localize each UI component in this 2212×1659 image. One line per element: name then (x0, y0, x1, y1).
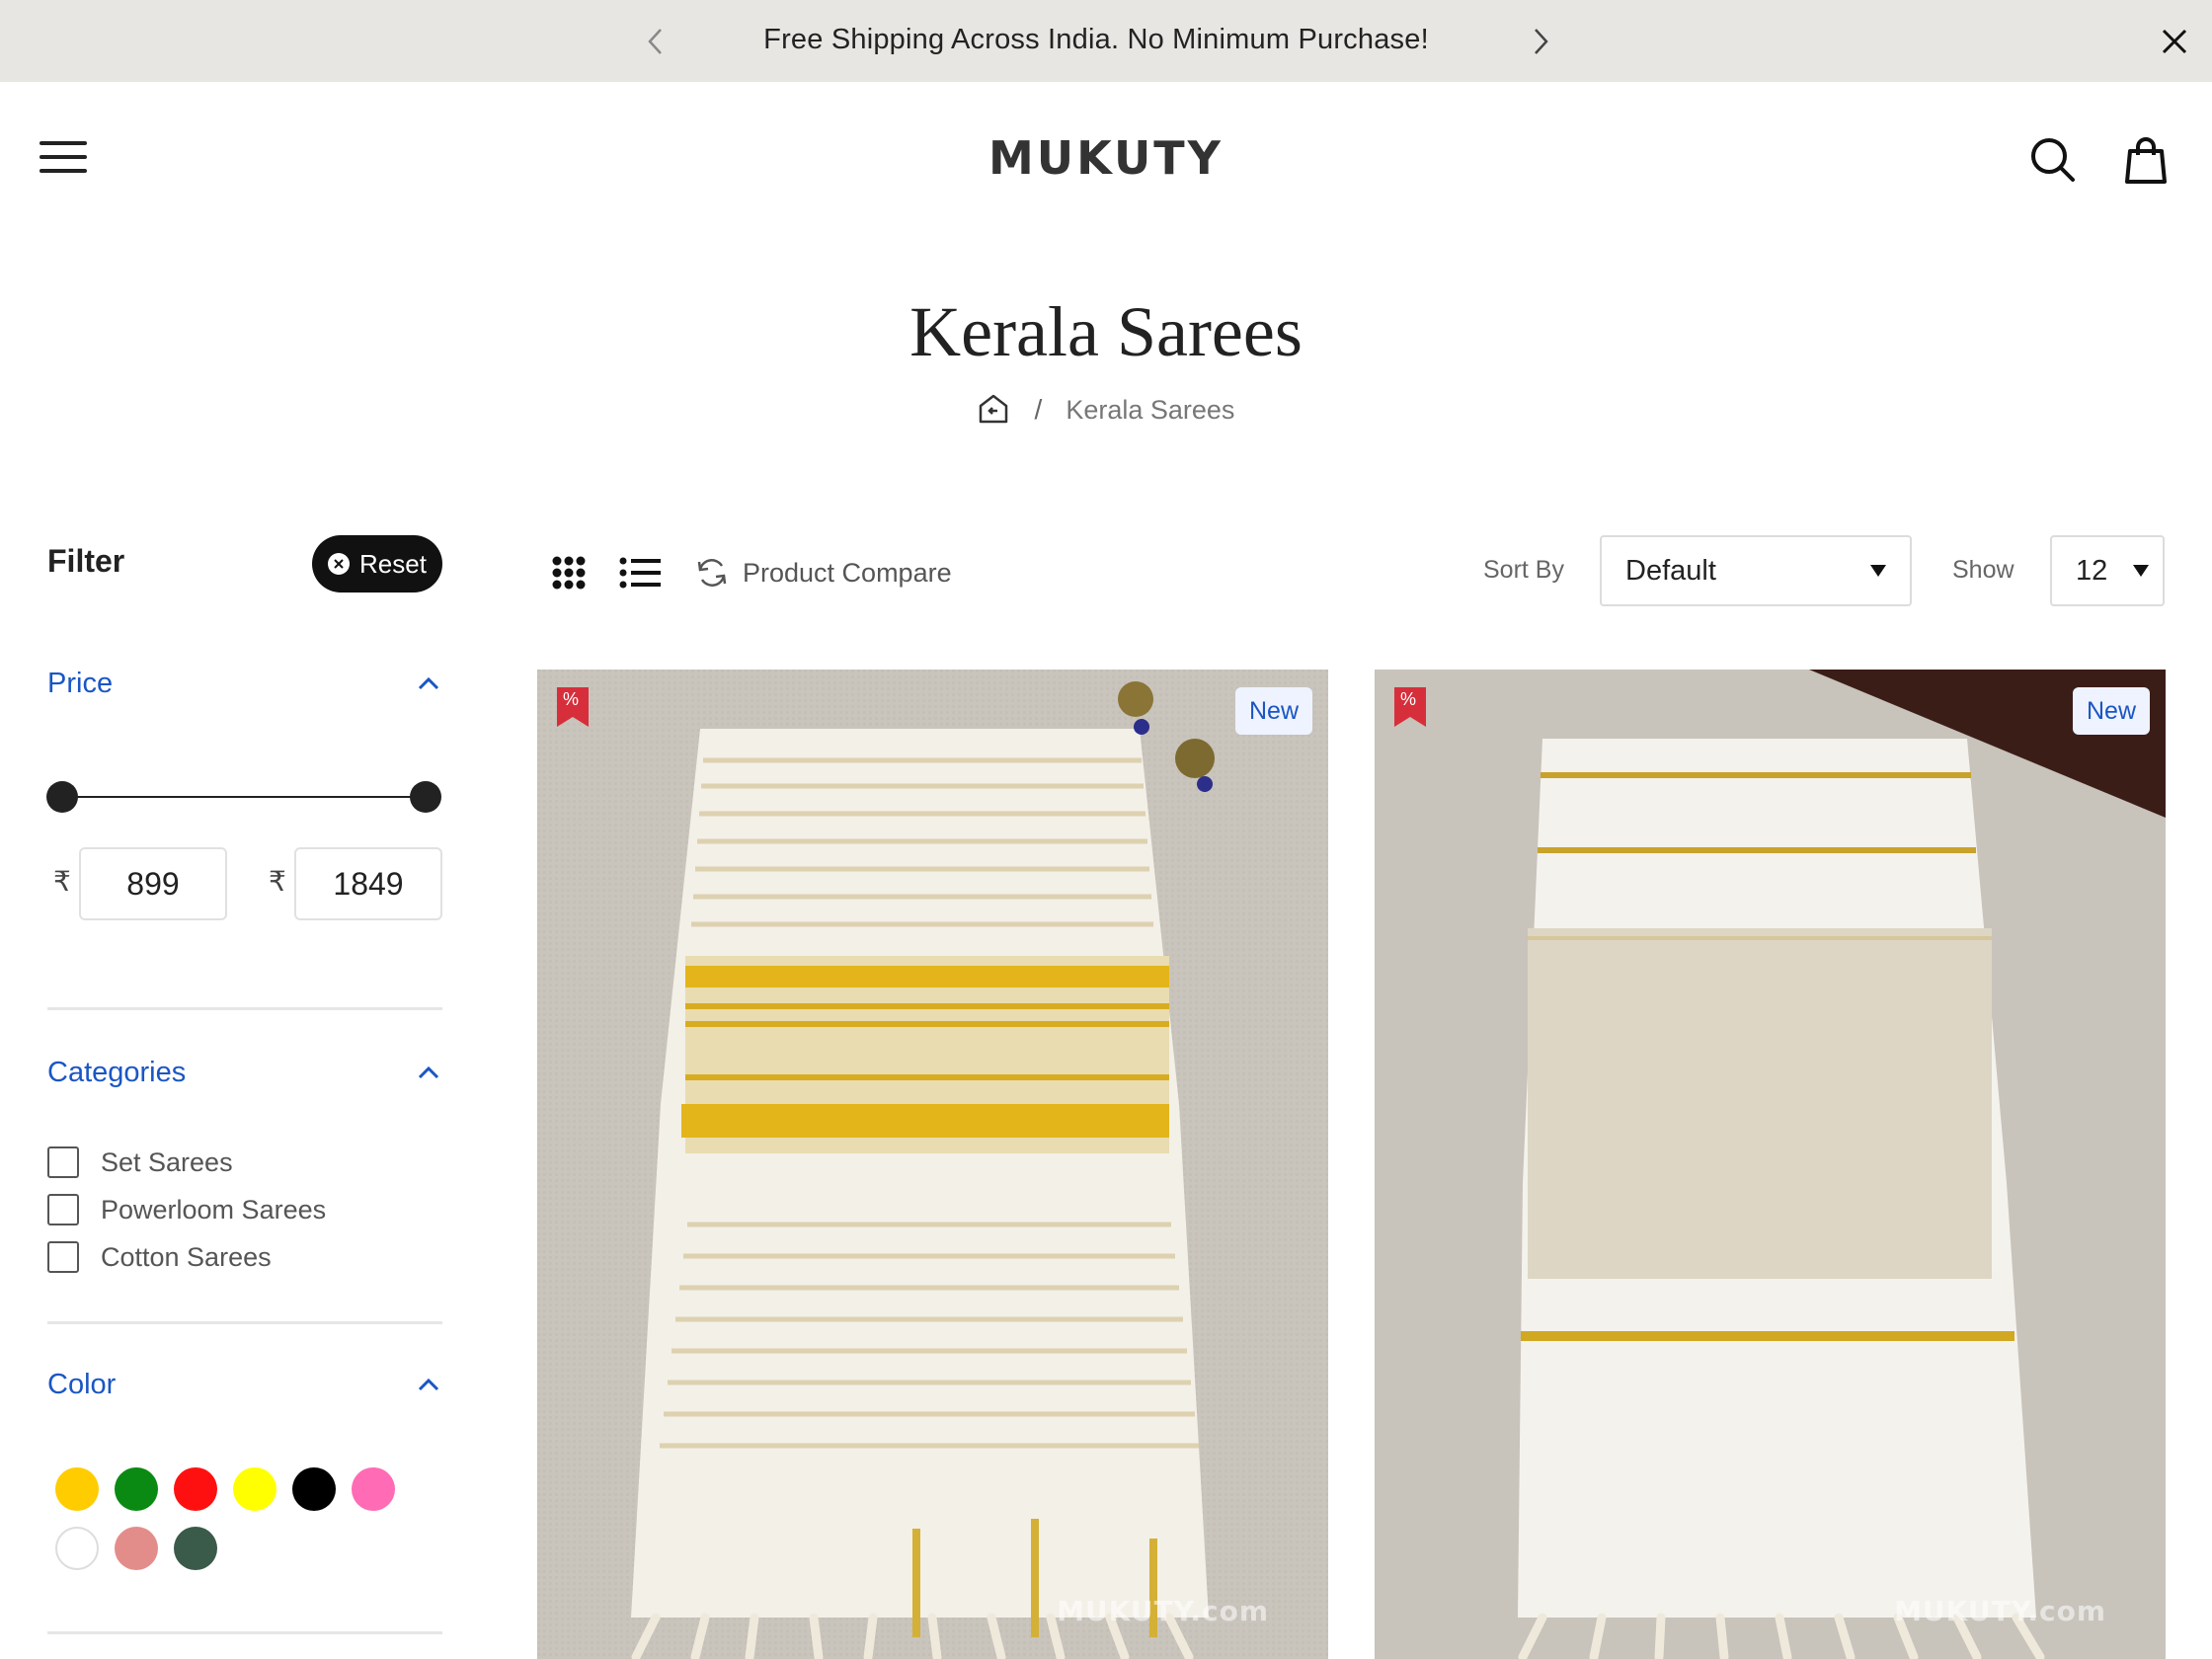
show-count-value: 12 (2076, 554, 2108, 587)
section-divider (47, 1631, 442, 1634)
grid-view-button[interactable] (547, 551, 591, 594)
price-section-label: Price (47, 667, 114, 699)
chevron-up-icon (415, 1371, 442, 1398)
show-label: Show (1952, 556, 2014, 584)
home-icon (979, 394, 1007, 424)
breadcrumb: / Kerala Sarees (810, 393, 1402, 427)
list-view-button[interactable] (618, 551, 662, 594)
breadcrumb-home-link[interactable] (978, 393, 1011, 427)
price-section-toggle[interactable]: Price (47, 664, 442, 703)
refresh-icon (697, 559, 727, 587)
announcement-prev-button[interactable] (636, 22, 675, 61)
reset-label: Reset (359, 548, 427, 579)
categories-section-label: Categories (47, 1056, 187, 1088)
breadcrumb-separator: / (1034, 394, 1043, 425)
color-swatch[interactable] (115, 1527, 158, 1570)
cart-button[interactable] (2119, 133, 2172, 187)
sort-by-label: Sort By (1483, 556, 1564, 584)
color-swatch[interactable] (55, 1467, 99, 1511)
currency-symbol: ₹ (53, 866, 71, 897)
menu-button[interactable] (40, 137, 91, 181)
chevron-left-icon (648, 29, 662, 54)
color-swatch[interactable] (174, 1467, 217, 1511)
hamburger-icon (40, 141, 87, 173)
announcement-bar: Free Shipping Across India. No Minimum P… (0, 0, 2212, 82)
close-circle-icon (328, 553, 351, 575)
grid-icon (552, 556, 586, 590)
chevron-up-icon (415, 1059, 442, 1086)
category-label: Cotton Sarees (101, 1241, 272, 1272)
color-swatch[interactable] (55, 1527, 99, 1570)
color-swatch[interactable] (233, 1467, 276, 1511)
color-swatch[interactable] (115, 1467, 158, 1511)
product-card[interactable]: % New MUKUTY.com (537, 670, 1328, 1659)
new-badge: New (2073, 687, 2150, 735)
shopping-bag-icon (2125, 137, 2167, 184)
sale-symbol: % (563, 689, 580, 709)
new-badge: New (1235, 687, 1312, 735)
caret-down-icon (1870, 565, 1886, 577)
close-icon (2162, 29, 2187, 54)
price-slider-max-handle[interactable] (410, 781, 441, 813)
page-title: Kerala Sarees (909, 292, 1303, 371)
sort-select[interactable]: Default (1600, 535, 1912, 606)
section-divider (47, 1321, 442, 1324)
category-checkbox-set-sarees[interactable]: Set Sarees (47, 1145, 233, 1180)
category-label: Powerloom Sarees (101, 1194, 327, 1224)
checkbox[interactable] (47, 1194, 79, 1225)
product-compare-link[interactable]: Product Compare (695, 553, 952, 592)
price-max-input[interactable] (294, 847, 442, 920)
site-logo[interactable]: MUKUTY (908, 131, 1304, 185)
price-min-input[interactable] (79, 847, 227, 920)
list-icon (619, 557, 661, 589)
breadcrumb-current: Kerala Sarees (1066, 394, 1235, 425)
section-divider (47, 1007, 442, 1010)
sale-symbol: % (1400, 689, 1417, 709)
color-swatch[interactable] (174, 1527, 217, 1570)
product-image[interactable] (537, 670, 1328, 1659)
category-checkbox-powerloom-sarees[interactable]: Powerloom Sarees (47, 1192, 326, 1227)
reset-filter-button[interactable]: Reset (312, 535, 442, 592)
site-header: MUKUTY (0, 82, 2212, 240)
product-watermark: MUKUTY.com (1057, 1595, 1269, 1627)
color-swatch[interactable] (352, 1467, 395, 1511)
product-image[interactable] (1375, 670, 2166, 1659)
caret-down-icon (2133, 565, 2149, 577)
price-slider-min-handle[interactable] (46, 781, 78, 813)
announcement-close-button[interactable] (2153, 20, 2196, 63)
color-swatch[interactable] (292, 1467, 336, 1511)
currency-symbol: ₹ (269, 866, 286, 897)
product-card[interactable]: % New MUKUTY.com (1375, 670, 2166, 1659)
announcement-message: Free Shipping Across India. No Minimum P… (763, 24, 1429, 55)
chevron-up-icon (415, 670, 442, 697)
checkbox[interactable] (47, 1241, 79, 1273)
checkbox[interactable] (47, 1146, 79, 1178)
product-watermark: MUKUTY.com (1894, 1595, 2106, 1627)
search-button[interactable] (2026, 133, 2080, 187)
color-section-toggle[interactable]: Color (47, 1365, 442, 1404)
show-count-select[interactable]: 12 (2050, 535, 2165, 606)
category-label: Set Sarees (101, 1146, 233, 1177)
sort-select-value: Default (1625, 554, 1716, 587)
chevron-right-icon (1535, 29, 1548, 54)
announcement-next-button[interactable] (1521, 22, 1560, 61)
price-slider-track[interactable] (61, 796, 427, 798)
categories-section-toggle[interactable]: Categories (47, 1053, 442, 1092)
search-icon (2031, 138, 2075, 182)
filter-title: Filter (47, 543, 125, 579)
category-checkbox-cotton-sarees[interactable]: Cotton Sarees (47, 1239, 272, 1275)
color-section-label: Color (47, 1368, 117, 1400)
product-compare-label: Product Compare (743, 557, 952, 588)
